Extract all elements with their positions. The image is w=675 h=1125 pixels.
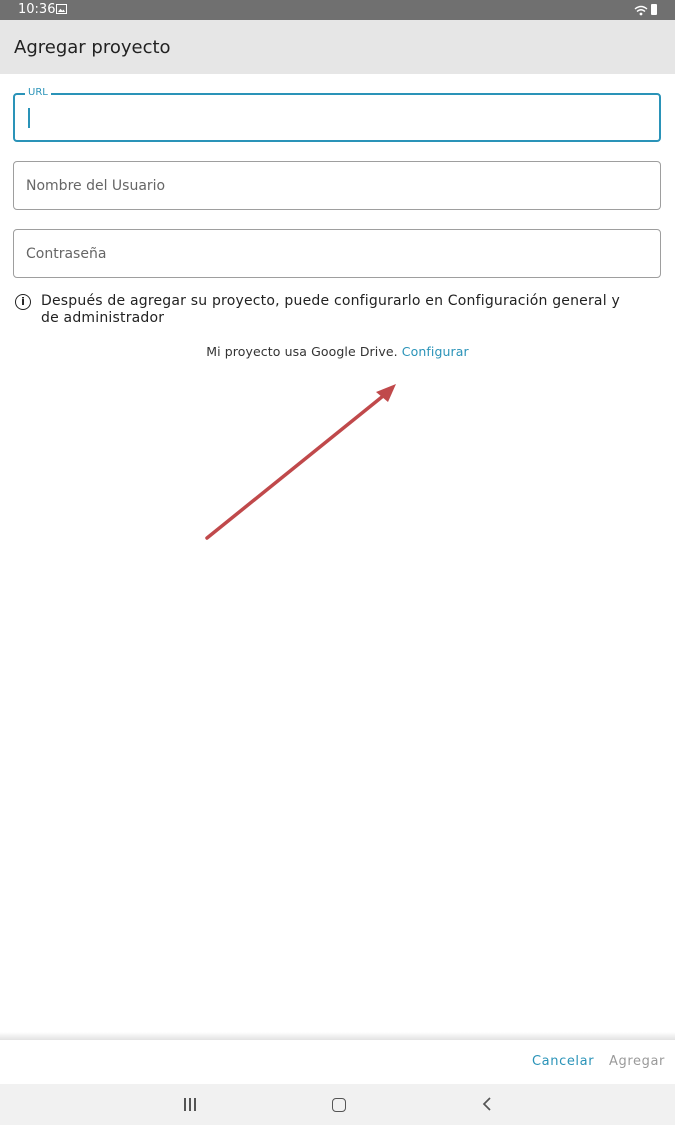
navigation-bar <box>0 1084 675 1125</box>
password-input[interactable] <box>26 230 646 277</box>
action-bar-divider <box>0 1032 675 1040</box>
password-field[interactable] <box>13 229 661 278</box>
battery-icon <box>651 4 657 15</box>
action-bar: Cancelar Agregar <box>0 1040 675 1084</box>
url-input[interactable] <box>27 95 647 140</box>
info-icon: i <box>15 294 31 310</box>
back-icon[interactable] <box>482 1097 492 1111</box>
info-text: Después de agregar su proyecto, puede co… <box>41 293 620 326</box>
home-icon[interactable] <box>332 1098 346 1112</box>
recent-apps-icon[interactable] <box>184 1098 198 1111</box>
username-field[interactable] <box>13 161 661 210</box>
google-drive-row: Mi proyecto usa Google Drive. Configurar <box>0 344 675 359</box>
configure-link[interactable]: Configurar <box>402 344 469 359</box>
app-bar: Agregar proyecto <box>0 20 675 74</box>
text-cursor <box>28 108 30 128</box>
add-button[interactable]: Agregar <box>609 1054 665 1069</box>
status-time: 10:36 <box>18 2 56 17</box>
wifi-icon <box>634 5 648 16</box>
username-input[interactable] <box>26 162 646 209</box>
google-drive-text: Mi proyecto usa Google Drive. <box>206 344 398 359</box>
image-icon <box>56 4 67 14</box>
cancel-button[interactable]: Cancelar <box>532 1054 594 1069</box>
page-title: Agregar proyecto <box>14 37 171 58</box>
status-bar: 10:36 <box>0 0 675 20</box>
url-field[interactable]: URL <box>13 87 661 142</box>
